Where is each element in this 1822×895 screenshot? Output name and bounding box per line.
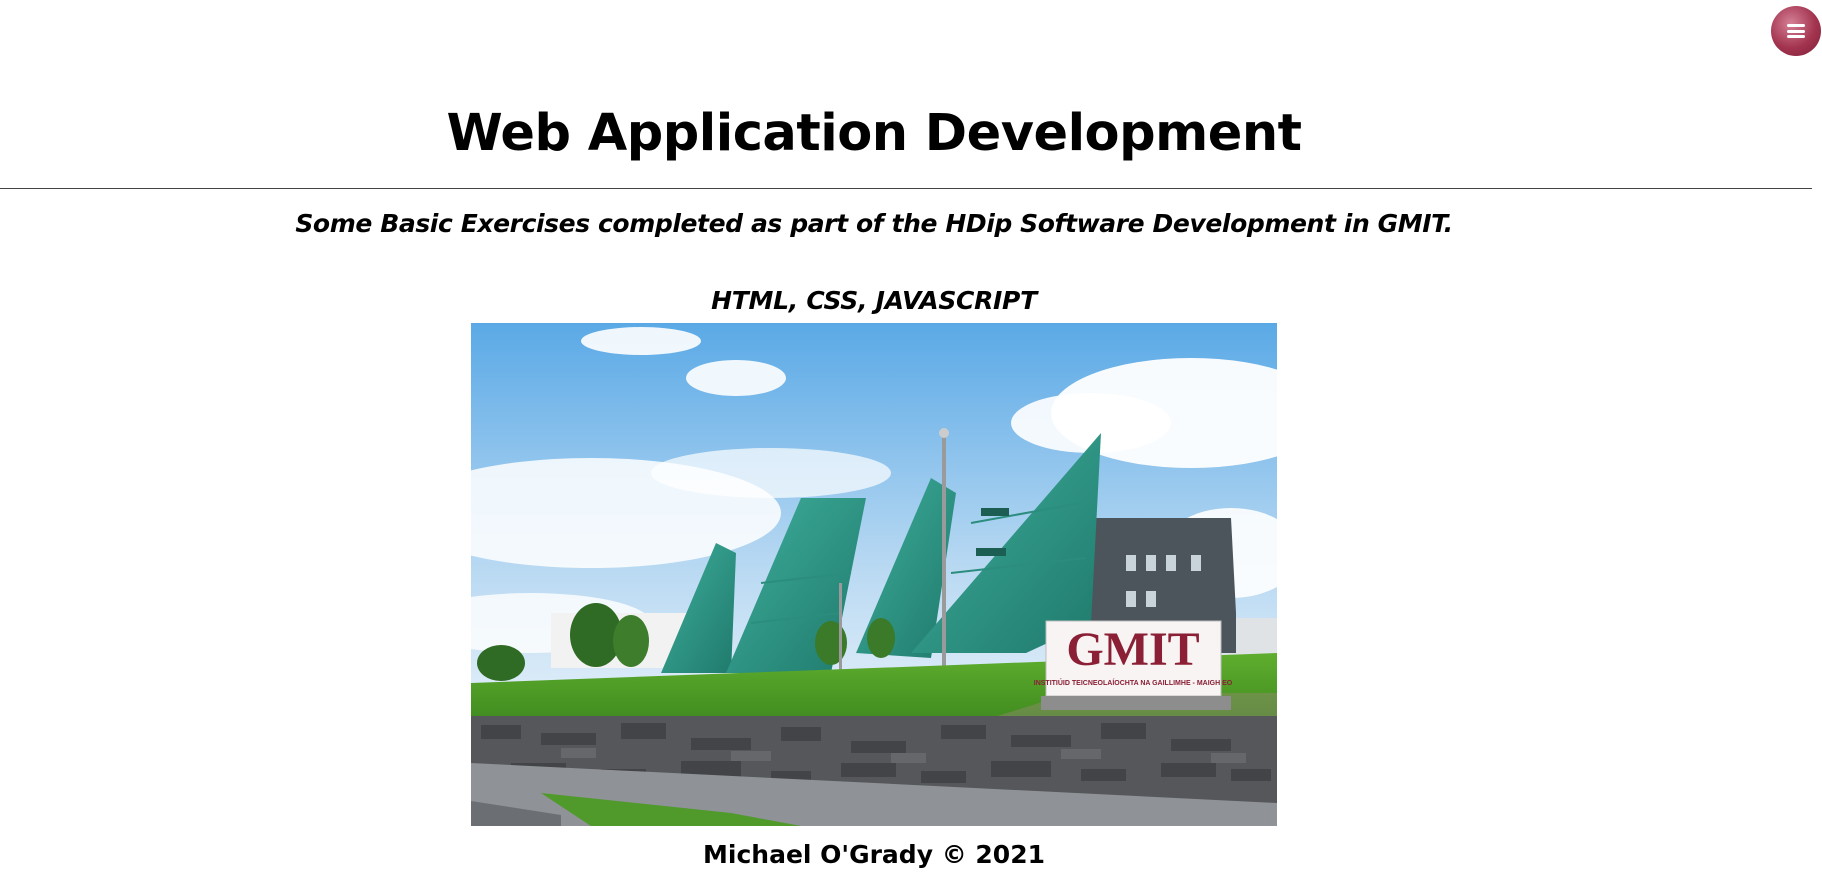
page: Web Application Development Some Basic E… — [0, 0, 1822, 895]
header: Web Application Development — [0, 100, 1748, 168]
menu-button[interactable] — [1771, 6, 1821, 56]
sign-subtext: INSTITIÚID TEICNEOLAÍOCHTA NA GAILLIMHE … — [1034, 678, 1233, 687]
page-title: Web Application Development — [446, 104, 1302, 163]
divider — [0, 188, 1812, 189]
gmit-campus-photo: GMIT INSTITIÚID TEICNEOLAÍOCHTA NA GAILL… — [471, 323, 1277, 826]
footer-copyright: Michael O'Grady © 2021 — [703, 840, 1045, 869]
page-subtitle: Some Basic Exercises completed as part o… — [295, 209, 1453, 238]
hamburger-menu-icon — [1787, 24, 1805, 38]
technologies-label: HTML, CSS, JAVASCRIPT — [711, 286, 1037, 315]
sign-text: GMIT — [1066, 623, 1199, 676]
